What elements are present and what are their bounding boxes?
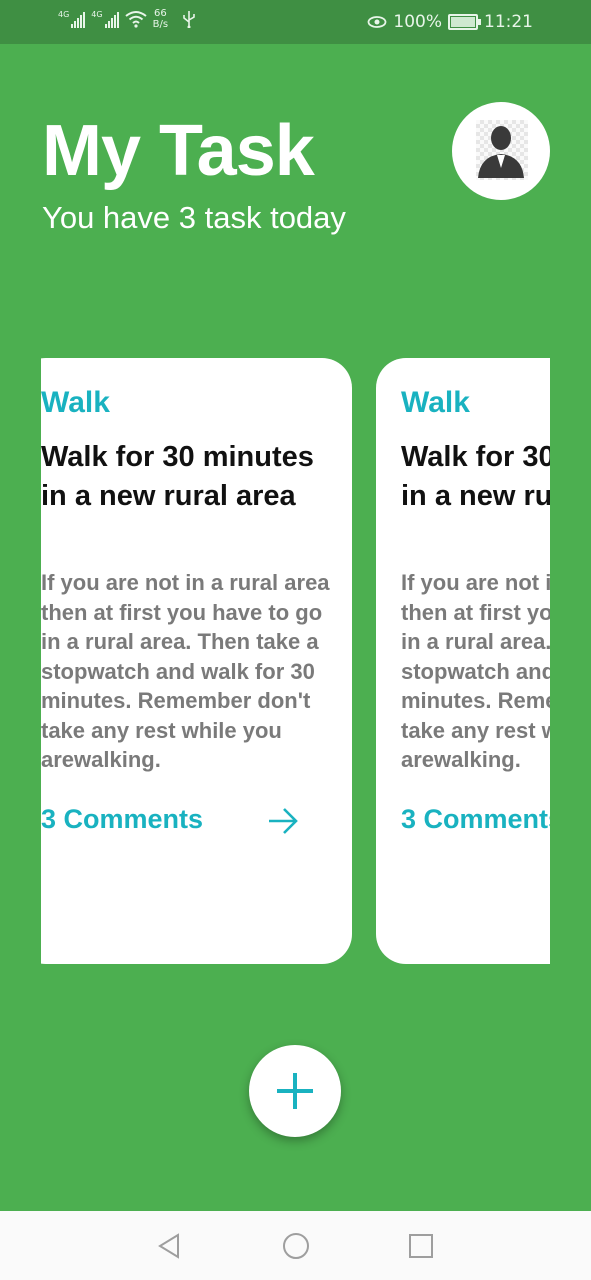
task-description: If you are not in a rural area then at f… xyxy=(401,570,550,772)
plus-icon xyxy=(277,1073,313,1109)
task-card[interactable]: Walk Walk for 30 minutes in a new rural … xyxy=(41,358,352,964)
page-subtitle: You have 3 task today xyxy=(42,200,346,235)
usb-icon xyxy=(183,11,195,28)
task-title: Walk for 30 minutes in a new rural area xyxy=(41,441,314,512)
task-category: Walk xyxy=(41,386,110,419)
user-avatar-icon xyxy=(478,126,524,178)
clock: 11:21 xyxy=(484,12,533,32)
comments-link[interactable]: 3 Comments xyxy=(401,804,550,835)
navigation-bar xyxy=(0,1211,591,1280)
add-task-button[interactable] xyxy=(249,1045,341,1137)
task-card[interactable]: Walk Walk for 30 minutes in a new rural … xyxy=(376,358,550,964)
comments-link[interactable]: 3 Comments xyxy=(41,804,203,835)
sim1-label: 4G xyxy=(58,10,70,19)
recents-icon[interactable] xyxy=(406,1231,436,1261)
home-icon[interactable] xyxy=(281,1231,311,1261)
page-title: My Task xyxy=(42,111,315,191)
signal-icon: 4G xyxy=(91,10,119,28)
avatar[interactable] xyxy=(452,102,550,200)
task-category: Walk xyxy=(401,386,470,419)
task-carousel[interactable]: Walk Walk for 30 minutes in a new rural … xyxy=(41,358,550,964)
status-bar: 4G 4G 66 B/s 100% 11:21 xyxy=(0,0,591,44)
arrow-right-icon[interactable] xyxy=(266,806,300,836)
net-speed: 66 B/s xyxy=(153,8,168,30)
battery-icon xyxy=(448,14,481,30)
back-icon[interactable] xyxy=(154,1231,184,1261)
net-speed-unit: B/s xyxy=(152,19,169,30)
sim2-label: 4G xyxy=(91,10,103,19)
task-description: If you are not in a rural area then at f… xyxy=(41,570,330,772)
status-right-group: 100% 11:21 xyxy=(367,12,533,32)
status-left-group: 4G 4G 66 B/s xyxy=(58,8,196,30)
battery-percent: 100% xyxy=(393,12,442,32)
net-speed-value: 66 xyxy=(153,8,167,19)
task-title: Walk for 30 minutes in a new rural area xyxy=(401,441,550,512)
wifi-icon xyxy=(124,11,147,28)
signal-icon: 4G xyxy=(58,10,86,28)
eye-icon xyxy=(367,16,387,28)
